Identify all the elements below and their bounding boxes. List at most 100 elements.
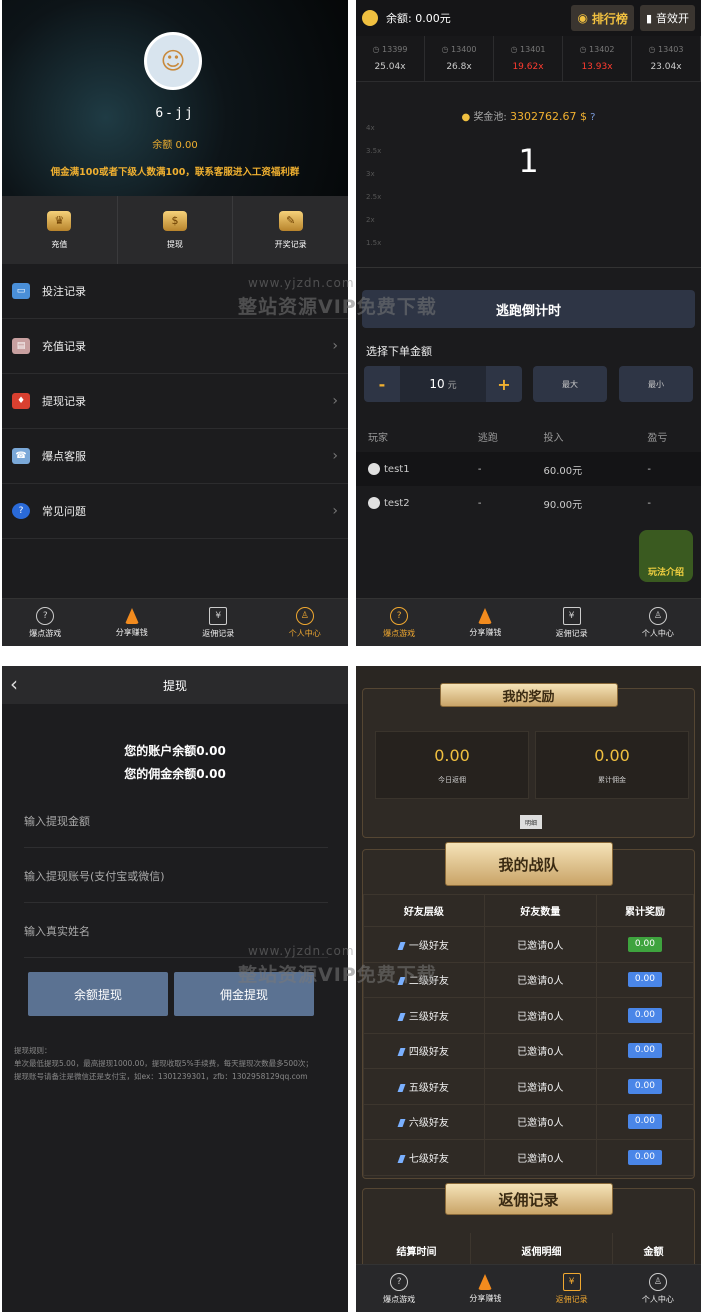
decrease-button[interactable]: - (364, 366, 400, 402)
history-item: ◷ 13400 26.8x (425, 36, 494, 81)
table-row: 三级好友 已邀请0人 0.00 (363, 997, 695, 1034)
promo-tip: 佣金满100或者下级人数满100，联系客服进入工资福利群 (50, 167, 300, 178)
nav-rebate[interactable]: ¥ 返佣记录 (529, 599, 615, 646)
back-arrow-icon[interactable]: ‹ (10, 672, 18, 696)
table-row: 四级好友 已邀请0人 0.00 (363, 1032, 695, 1069)
history-item: ◷ 13399 25.04x (356, 36, 425, 81)
game-topbar: 余额: 0.00元 ◉ 排行榜 ▮ 音效开 (356, 0, 701, 36)
game-icon: ? (36, 606, 55, 625)
max-button[interactable]: 最大 (533, 366, 607, 402)
person-icon: ♙ (648, 606, 667, 625)
nav-game[interactable]: ? 爆点游戏 (356, 1265, 442, 1312)
increase-button[interactable]: + (486, 366, 522, 402)
flame-icon (478, 607, 493, 624)
card-icon: ▤ (12, 338, 30, 354)
withdraw-button[interactable]: $ 提现 (118, 196, 234, 264)
nav-rebate[interactable]: ¥ 返佣记录 (175, 599, 262, 646)
player-avatar (368, 463, 380, 475)
amount-stepper: - 10 元 + (364, 366, 522, 402)
person-icon: ♙ (648, 1272, 667, 1291)
quick-actions: ♛ 充值 $ 提现 ✎ 开奖记录 (2, 196, 348, 264)
chevron-right-icon: › (332, 393, 338, 409)
watermark: www.yjzdn.com 整站资源VIP免费下载 (238, 276, 437, 318)
today-rebate: 0.00 今日返佣 (375, 731, 529, 799)
team-screen: 我的奖励 0.00 今日返佣 0.00 累计佣金 明细 我的战队 好友层级 好友数… (356, 666, 701, 1312)
profile-screen: ☺ 6-jj 余额 0.00 佣金满100或者下级人数满100，联系客服进入工资… (2, 0, 348, 646)
chevron-right-icon: › (332, 338, 338, 354)
nav-share[interactable]: 分享赚钱 (442, 1265, 528, 1312)
nav-share[interactable]: 分享赚钱 (89, 599, 176, 646)
team-title: 我的战队 (444, 842, 613, 886)
team-card: 我的战队 好友层级 好友数量 累计奖励 一级好友 已邀请0人 0.00 二级好友 已邀请0… (362, 842, 695, 1179)
team-table: 好友层级 好友数量 累计奖励 一级好友 已邀请0人 0.00 二级好友 已邀请0人 0.00… (363, 894, 695, 1176)
menu-customer-service[interactable]: ☎ 爆点客服 › (2, 429, 348, 484)
receipt-icon: ¥ (209, 606, 228, 625)
money-bag-icon: $ (163, 210, 187, 231)
game-screen: 余额: 0.00元 ◉ 排行榜 ▮ 音效开 ◷ 13399 25.04x ◷ 1340… (356, 0, 701, 646)
multiplier-graph: 4x 3.5x 3x 2.5x 2x 1.5x ● 奖金池: 3302762.6… (356, 90, 701, 268)
y-tick: 2.5x (366, 193, 382, 201)
nav-profile[interactable]: ♙ 个人中心 (615, 599, 701, 646)
bottom-nav: ? 爆点游戏 分享赚钱 ¥ 返佣记录 ♙ 个人中心 (356, 1264, 701, 1312)
detail-button[interactable]: 明细 (520, 815, 542, 829)
menu-faq[interactable]: ? 常见问题 › (2, 484, 348, 539)
flame-icon (124, 607, 139, 624)
sound-toggle[interactable]: ▮ 音效开 (639, 5, 695, 31)
nav-rebate[interactable]: ¥ 返佣记录 (529, 1265, 615, 1312)
bars-icon: ▮ (645, 11, 652, 25)
current-multiplier: 1 (518, 142, 539, 180)
min-button[interactable]: 最小 (619, 366, 693, 402)
rebate-table-header: 结算时间 返佣明细 金额 (363, 1233, 694, 1267)
medal-icon: ◉ (577, 11, 588, 25)
level-icon (397, 1154, 406, 1163)
rebate-card: 返佣记录 结算时间 返佣明细 金额 (362, 1183, 695, 1268)
game-icon: ? (390, 606, 409, 625)
amount-input[interactable]: 10 元 (400, 366, 486, 402)
nav-profile[interactable]: ♙ 个人中心 (262, 599, 349, 646)
withdraw-amount-field[interactable]: 输入提现金额 (24, 794, 328, 848)
question-icon: ? (12, 503, 30, 519)
balance-text: 余额 0.00 (152, 140, 198, 151)
watermark: www.yjzdn.com 整站资源VIP免费下载 (238, 944, 437, 986)
draw-records-button[interactable]: ✎ 开奖记录 (233, 196, 348, 264)
avatar[interactable]: ☺ (144, 32, 202, 90)
wallet-icon: ♦ (12, 393, 30, 409)
page-title: 提现 (162, 678, 187, 693)
menu-withdraw-records[interactable]: ♦ 提现记录 › (2, 374, 348, 429)
players-table: 玩家 逃跑 投入 盈亏 test1-60.00元 - test2-90.00元 - (356, 420, 701, 520)
reward-card: 我的奖励 0.00 今日返佣 0.00 累计佣金 明细 (362, 683, 695, 838)
level-icon (397, 1048, 406, 1057)
nav-share[interactable]: 分享赚钱 (442, 599, 528, 646)
flame-icon (478, 1273, 493, 1290)
nav-game[interactable]: ? 爆点游戏 (2, 599, 89, 646)
coin-icon: ● (461, 112, 471, 123)
withdraw-screen: ‹ 提现 您的账户余额0.00 您的佣金余额0.00 输入提现金额 输入提现账号… (2, 666, 348, 1312)
leaderboard-button[interactable]: ◉ 排行榜 (571, 5, 634, 31)
player-avatar (368, 497, 380, 509)
nav-game[interactable]: ? 爆点游戏 (356, 599, 442, 646)
nav-profile[interactable]: ♙ 个人中心 (615, 1265, 701, 1312)
round-history: ◷ 13399 25.04x ◷ 13400 26.8x ◷ 13401 19.62x… (356, 36, 701, 82)
table-row: test1-60.00元 - (356, 452, 701, 486)
jackpot-pool: ● 奖金池: 3302762.67 $ ? (461, 110, 596, 123)
table-row: 六级好友 已邀请0人 0.00 (363, 1103, 695, 1140)
receipt-icon: ¥ (562, 606, 581, 625)
how-to-play-button[interactable]: 玩法介绍 (639, 530, 693, 582)
chevron-right-icon: › (332, 503, 338, 519)
document-icon: ✎ (278, 210, 303, 231)
total-commission: 0.00 累计佣金 (535, 731, 689, 799)
withdraw-header: ‹ 提现 (2, 666, 348, 704)
profile-header: ☺ 6-jj 余额 0.00 佣金满100或者下级人数满100，联系客服进入工资… (2, 0, 348, 196)
table-row: test2-90.00元 - (356, 486, 701, 520)
level-icon (397, 1083, 406, 1092)
rebate-title: 返佣记录 (444, 1183, 613, 1215)
withdraw-account-field[interactable]: 输入提现账号(支付宝或微信) (24, 849, 328, 903)
history-item: ◷ 13401 19.62x (494, 36, 563, 81)
menu-recharge-records[interactable]: ▤ 充值记录 › (2, 319, 348, 374)
recharge-button[interactable]: ♛ 充值 (2, 196, 118, 264)
coin-icon (362, 10, 378, 26)
bottom-nav: ? 爆点游戏 分享赚钱 ¥ 返佣记录 ♙ 个人中心 (2, 598, 348, 646)
balance-withdraw-button[interactable]: 余额提现 (28, 972, 168, 1016)
username: 6-jj (155, 106, 195, 121)
level-icon (397, 1119, 406, 1128)
